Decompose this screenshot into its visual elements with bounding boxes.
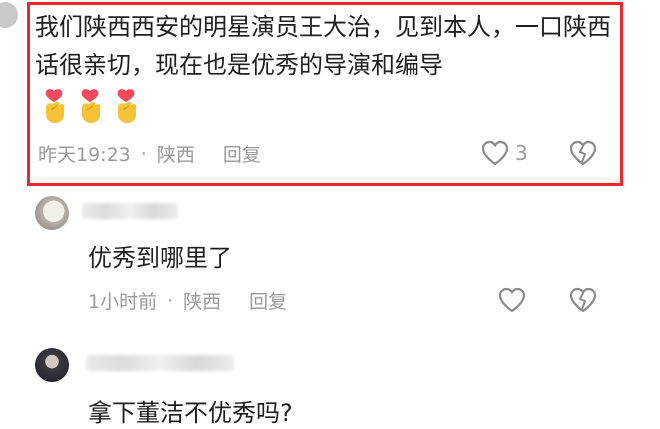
heart-icon[interactable] xyxy=(498,287,526,313)
broken-heart-icon[interactable] xyxy=(569,140,597,166)
reply-text: 优秀到哪里了 xyxy=(88,244,232,272)
reply-meta: 1小时前 · 陕西 回复 xyxy=(88,287,287,314)
emoji-row xyxy=(40,88,140,124)
finger-heart-emoji-icon xyxy=(81,89,101,123)
comment-time: 昨天19:23 xyxy=(38,144,131,166)
comment-time: 1小时前 xyxy=(88,291,158,313)
heart-icon[interactable] xyxy=(481,140,509,166)
like-group: 3 xyxy=(481,140,528,166)
finger-heart-emoji-icon xyxy=(45,89,65,123)
meta-separator: · xyxy=(140,142,147,165)
comment-location: 陕西 xyxy=(183,291,222,313)
comment-location: 陕西 xyxy=(156,144,195,166)
avatar[interactable] xyxy=(35,196,69,230)
like-count: 3 xyxy=(515,141,528,165)
avatar[interactable] xyxy=(35,348,69,382)
reply-text: 拿下董洁不优秀吗? xyxy=(88,399,293,427)
username-blurred[interactable] xyxy=(82,203,178,219)
meta-separator: · xyxy=(167,289,174,312)
main-comment-text: 我们陕西西安的明星演员王大治，见到本人，一口陕西话很亲切，现在也是优秀的导演和编… xyxy=(35,13,611,79)
broken-heart-icon[interactable] xyxy=(569,287,597,313)
reply-button[interactable]: 回复 xyxy=(223,140,261,167)
main-comment-meta: 昨天19:23 · 陕西 回复 xyxy=(38,140,261,167)
partial-avatar[interactable] xyxy=(0,2,18,28)
username-blurred[interactable] xyxy=(86,355,234,371)
reply-button[interactable]: 回复 xyxy=(249,287,287,314)
finger-heart-emoji-icon xyxy=(117,89,137,123)
